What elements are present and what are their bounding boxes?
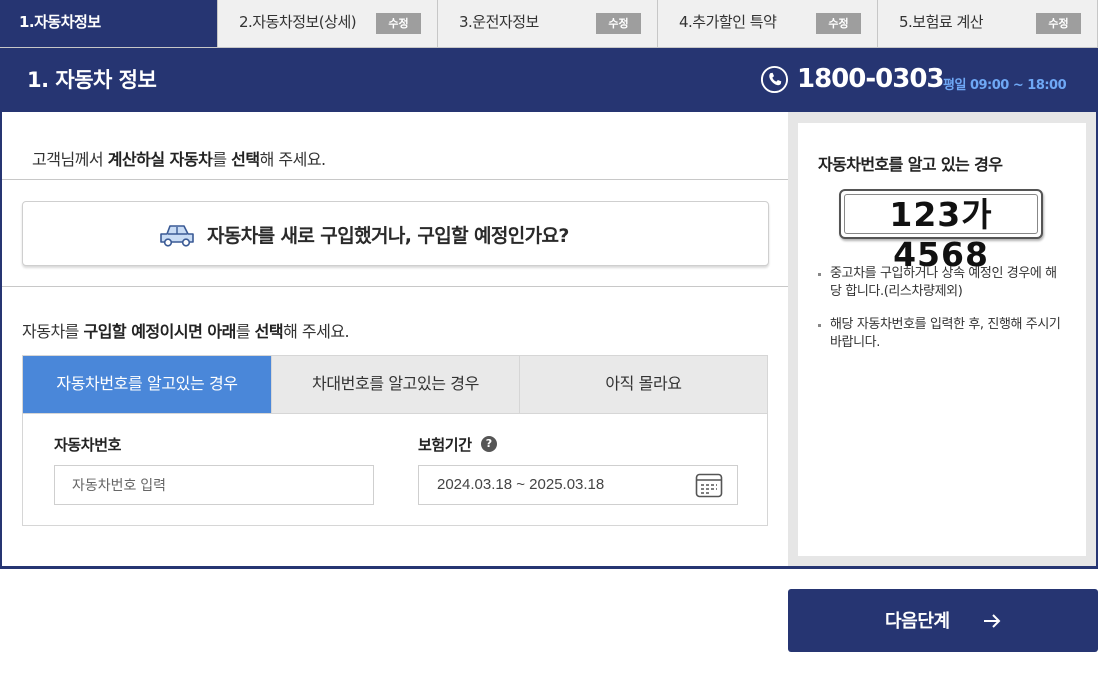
tab-step-4[interactable]: 4.추가할인 특약 수정 xyxy=(658,0,878,48)
page-title: 1. 자동차 정보 xyxy=(27,68,157,92)
phone-icon xyxy=(760,65,789,94)
help-icon[interactable]: ? xyxy=(481,436,497,452)
phone-number: 1800-0303 xyxy=(797,64,945,94)
edit-badge[interactable]: 수정 xyxy=(1036,13,1081,34)
tab-know-chassis-number[interactable]: 차대번호를 알고있는 경우 xyxy=(271,356,520,413)
edit-badge[interactable]: 수정 xyxy=(816,13,861,34)
info-note: 해당 자동차번호를 입력한 후, 진행해 주시기 바랍니다. xyxy=(817,316,1067,352)
car-number-input[interactable] xyxy=(54,465,374,505)
tab-step-5[interactable]: 5.보험료 계산 수정 xyxy=(878,0,1098,48)
arrow-right-icon xyxy=(984,614,1001,628)
divider xyxy=(2,286,788,287)
divider xyxy=(2,179,788,180)
edit-badge[interactable]: 수정 xyxy=(376,13,421,34)
step-tabs: 1.자동차정보 2.자동차정보(상세) 수정 3.운전자정보 수정 4.추가할인… xyxy=(0,0,1098,48)
purchase-instruction: 자동차를 구입할 예정이시면 아래를 선택해 주세요. xyxy=(22,322,350,341)
car-number-form: 자동차번호 보험기간 ? 2024.03.18 ~ 2025.03.18 xyxy=(22,414,768,526)
tab-label: 3.운전자정보 xyxy=(459,13,539,31)
business-hours: 평일 09:00 ~ 18:00 xyxy=(943,78,1067,93)
license-plate-example: 123가 4568 xyxy=(839,189,1043,274)
insurance-period-label: 보험기간 xyxy=(418,436,472,454)
tab-step-3[interactable]: 3.운전자정보 수정 xyxy=(438,0,658,48)
calendar-icon[interactable] xyxy=(695,473,723,498)
form-area: 고객님께서 계산하실 자동차를 선택해 주세요. 자동차를 새로 구입했거나, … xyxy=(2,112,788,566)
edit-badge[interactable]: 수정 xyxy=(596,13,641,34)
tab-know-car-number[interactable]: 자동차번호를 알고있는 경우 xyxy=(23,356,271,413)
tab-label: 2.자동차정보(상세) xyxy=(239,13,357,31)
next-step-button[interactable]: 다음단계 xyxy=(788,589,1098,652)
insurance-period-value: 2024.03.18 ~ 2025.03.18 xyxy=(437,476,605,493)
select-car-instruction: 고객님께서 계산하실 자동차를 선택해 주세요. xyxy=(32,150,326,169)
info-card: 자동차번호를 알고 있는 경우 123가 4568 중고차를 구입하거나 상속 … xyxy=(798,123,1086,556)
new-car-label: 자동차를 새로 구입했거나, 구입할 예정인가요? xyxy=(207,225,569,247)
plate-number: 123가 4568 xyxy=(844,194,1038,274)
insurance-period-field[interactable]: 2024.03.18 ~ 2025.03.18 xyxy=(418,465,738,505)
tab-label: 4.추가할인 특약 xyxy=(679,13,777,31)
info-title: 자동차번호를 알고 있는 경우 xyxy=(818,155,1003,174)
info-note: 중고차를 구입하거나 상속 예정인 경우에 해당 합니다.(리스차량제외) xyxy=(817,265,1067,301)
main-panel: 고객님께서 계산하실 자동차를 선택해 주세요. 자동차를 새로 구입했거나, … xyxy=(0,112,1098,569)
section-header: 1. 자동차 정보 1800-0303 평일 09:00 ~ 18:00 xyxy=(0,48,1098,112)
car-number-label: 자동차번호 xyxy=(54,436,122,454)
new-car-button[interactable]: 자동차를 새로 구입했거나, 구입할 예정인가요? xyxy=(22,201,769,266)
option-tabs: 자동차번호를 알고있는 경우 차대번호를 알고있는 경우 아직 몰라요 xyxy=(22,355,768,414)
tab-label: 5.보험료 계산 xyxy=(899,13,984,31)
next-step-label: 다음단계 xyxy=(885,611,950,632)
tab-label: 1.자동차정보 xyxy=(19,13,101,31)
info-sidebar: 자동차번호를 알고 있는 경우 123가 4568 중고차를 구입하거나 상속 … xyxy=(788,112,1096,566)
tab-unknown[interactable]: 아직 몰라요 xyxy=(520,356,767,413)
car-icon xyxy=(160,225,194,247)
tab-step-2[interactable]: 2.자동차정보(상세) 수정 xyxy=(218,0,438,48)
tab-step-1[interactable]: 1.자동차정보 xyxy=(0,0,218,48)
